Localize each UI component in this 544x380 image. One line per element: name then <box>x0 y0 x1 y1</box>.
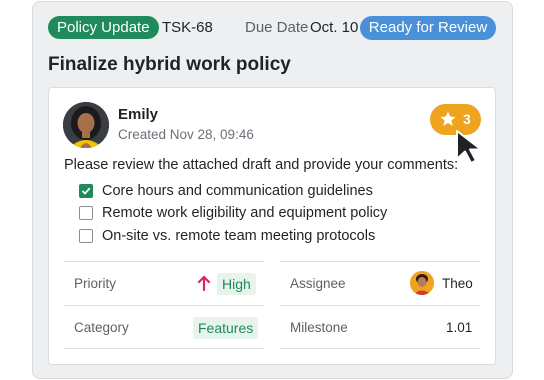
checkbox-checked[interactable] <box>79 184 93 198</box>
assignee-avatar <box>410 271 434 295</box>
divider <box>64 261 264 262</box>
priority-value[interactable]: High <box>217 273 256 295</box>
milestone-label: Milestone <box>290 320 348 335</box>
avatar[interactable] <box>63 102 109 148</box>
divider <box>280 305 480 306</box>
divider <box>280 261 480 262</box>
milestone-value[interactable]: 1.01 <box>446 319 472 337</box>
status-badge[interactable]: Ready for Review <box>360 16 496 40</box>
category-value[interactable]: Features <box>193 317 259 339</box>
comment-text: Please review the attached draft and pro… <box>64 157 459 173</box>
divider <box>64 305 264 306</box>
task-id: TSK-68 <box>162 19 213 36</box>
checkmark-icon <box>81 187 91 195</box>
category-label: Category <box>74 320 129 335</box>
priority-label: Priority <box>74 276 117 291</box>
arrow-up-icon <box>197 275 211 291</box>
checklist-label: On-site vs. remote team meeting protocol… <box>102 228 376 244</box>
checklist-label: Core hours and communication guidelines <box>102 183 373 199</box>
divider <box>64 348 264 349</box>
comment-author: Emily <box>118 106 159 123</box>
checkbox[interactable] <box>79 206 93 220</box>
task-header: Policy Update TSK-68 Due Date Oct. 10 Re… <box>48 16 496 40</box>
assignee-value[interactable]: Theo <box>442 275 473 293</box>
checkbox[interactable] <box>79 229 93 243</box>
due-date-label: Due Date <box>245 19 309 36</box>
star-icon <box>440 111 456 126</box>
checklist-label: Remote work eligibility and equipment po… <box>102 205 388 221</box>
page-title: Finalize hybrid work policy <box>48 54 291 75</box>
divider <box>280 348 480 349</box>
star-count: 3 <box>463 111 471 127</box>
category-tag[interactable]: Policy Update <box>48 16 159 39</box>
comment-timestamp: Created Nov 28, 09:46 <box>118 127 254 142</box>
assignee-label: Assignee <box>290 276 346 291</box>
due-date-value: Oct. 10 <box>310 19 359 36</box>
